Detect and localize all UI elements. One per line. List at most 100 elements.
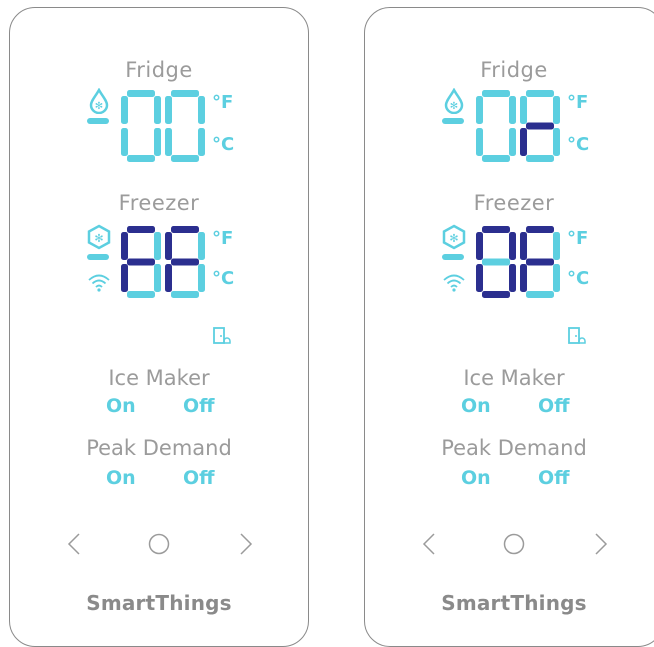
freezer-digit-2 xyxy=(520,226,560,298)
segment-e xyxy=(121,128,128,156)
segment-d xyxy=(482,291,510,298)
next-arrow-icon[interactable] xyxy=(594,532,608,560)
wifi-icon xyxy=(87,272,111,296)
fridge-unit-f: °F xyxy=(567,92,589,113)
segment-b xyxy=(198,232,205,260)
door-alarm-icon[interactable] xyxy=(212,326,232,350)
control-panel-left: Fridge ✻ °F °C Freezer ✻ °F °C Ice Maker… xyxy=(9,7,309,647)
ice-maker-off-button[interactable]: Off xyxy=(183,395,215,417)
segment-g xyxy=(171,258,199,266)
ice-maker-off-button[interactable]: Off xyxy=(538,395,570,417)
freezer-digit-2 xyxy=(165,226,205,298)
segment-g xyxy=(127,258,155,266)
segment-g xyxy=(526,258,554,266)
segment-d xyxy=(526,291,554,298)
segment-f xyxy=(520,96,527,124)
peak-demand-label: Peak Demand xyxy=(441,436,587,460)
segment-e xyxy=(520,128,527,156)
door-alarm-icon[interactable] xyxy=(567,326,587,350)
freezer-unit-f: °F xyxy=(212,228,234,249)
freezer-snowflake-icon: ✻ xyxy=(441,224,467,254)
segment-a xyxy=(127,226,155,233)
segment-a xyxy=(127,90,155,97)
freezer-unit-c: °C xyxy=(212,268,235,289)
fridge-digit-2 xyxy=(520,90,560,162)
fridge-label: Fridge xyxy=(125,58,193,82)
freezer-label: Freezer xyxy=(473,191,555,215)
next-arrow-icon[interactable] xyxy=(239,532,253,560)
svg-text:✻: ✻ xyxy=(450,101,458,112)
segment-a xyxy=(171,226,199,233)
segment-e xyxy=(165,264,172,292)
freezer-digit-1 xyxy=(121,226,161,298)
segment-d xyxy=(127,155,155,162)
fridge-label: Fridge xyxy=(480,58,548,82)
segment-c xyxy=(553,128,560,156)
segment-e xyxy=(520,264,527,292)
fridge-unit-f: °F xyxy=(212,92,234,113)
prev-arrow-icon[interactable] xyxy=(67,532,81,560)
fridge-minus-segment xyxy=(87,118,109,124)
segment-d xyxy=(171,291,199,298)
peak-demand-off-button[interactable]: Off xyxy=(538,467,570,489)
peak-demand-off-button[interactable]: Off xyxy=(183,467,215,489)
segment-a xyxy=(171,90,199,97)
wifi-icon xyxy=(442,272,466,296)
segment-b xyxy=(509,96,516,124)
water-drop-icon: ✻ xyxy=(86,87,112,118)
segment-b xyxy=(198,96,205,124)
peak-demand-on-button[interactable]: On xyxy=(106,467,136,489)
segment-f xyxy=(476,96,483,124)
peak-demand-label: Peak Demand xyxy=(86,436,232,460)
prev-arrow-icon[interactable] xyxy=(422,532,436,560)
segment-f xyxy=(121,96,128,124)
segment-e xyxy=(121,264,128,292)
freezer-label: Freezer xyxy=(118,191,200,215)
segment-f xyxy=(121,232,128,260)
brand-logo-text: SmartThings xyxy=(86,591,232,615)
segment-b xyxy=(553,232,560,260)
segment-e xyxy=(165,128,172,156)
water-drop-icon: ✻ xyxy=(441,87,467,118)
segment-d xyxy=(127,291,155,298)
segment-d xyxy=(171,155,199,162)
segment-d xyxy=(526,155,554,162)
fridge-digit-1 xyxy=(476,90,516,162)
segment-b xyxy=(154,232,161,260)
svg-text:✻: ✻ xyxy=(95,101,103,112)
home-circle-icon[interactable] xyxy=(503,533,525,559)
segment-d xyxy=(482,155,510,162)
segment-a xyxy=(482,226,510,233)
segment-f xyxy=(165,96,172,124)
ice-maker-label: Ice Maker xyxy=(108,366,210,390)
freezer-minus-segment xyxy=(87,254,109,260)
control-panel-right: Fridge ✻ °F °C Freezer ✻ °F °C Ice Maker… xyxy=(364,7,654,647)
ice-maker-on-button[interactable]: On xyxy=(461,395,491,417)
fridge-digit-1 xyxy=(121,90,161,162)
freezer-digit-1 xyxy=(476,226,516,298)
ice-maker-on-button[interactable]: On xyxy=(106,395,136,417)
segment-f xyxy=(476,232,483,260)
segment-a xyxy=(526,90,554,97)
segment-f xyxy=(520,232,527,260)
segment-g xyxy=(526,122,554,130)
segment-f xyxy=(165,232,172,260)
freezer-unit-f: °F xyxy=(567,228,589,249)
segment-b xyxy=(509,232,516,260)
fridge-minus-segment xyxy=(442,118,464,124)
segment-b xyxy=(553,96,560,124)
freezer-unit-c: °C xyxy=(567,268,590,289)
fridge-unit-c: °C xyxy=(212,134,235,155)
segment-e xyxy=(476,264,483,292)
segment-c xyxy=(154,128,161,156)
segment-c xyxy=(198,128,205,156)
peak-demand-on-button[interactable]: On xyxy=(461,467,491,489)
segment-b xyxy=(154,96,161,124)
segment-c xyxy=(509,264,516,292)
freezer-minus-segment xyxy=(442,254,464,260)
segment-e xyxy=(476,128,483,156)
svg-text:✻: ✻ xyxy=(449,232,458,245)
home-circle-icon[interactable] xyxy=(148,533,170,559)
fridge-unit-c: °C xyxy=(567,134,590,155)
segment-a xyxy=(482,90,510,97)
